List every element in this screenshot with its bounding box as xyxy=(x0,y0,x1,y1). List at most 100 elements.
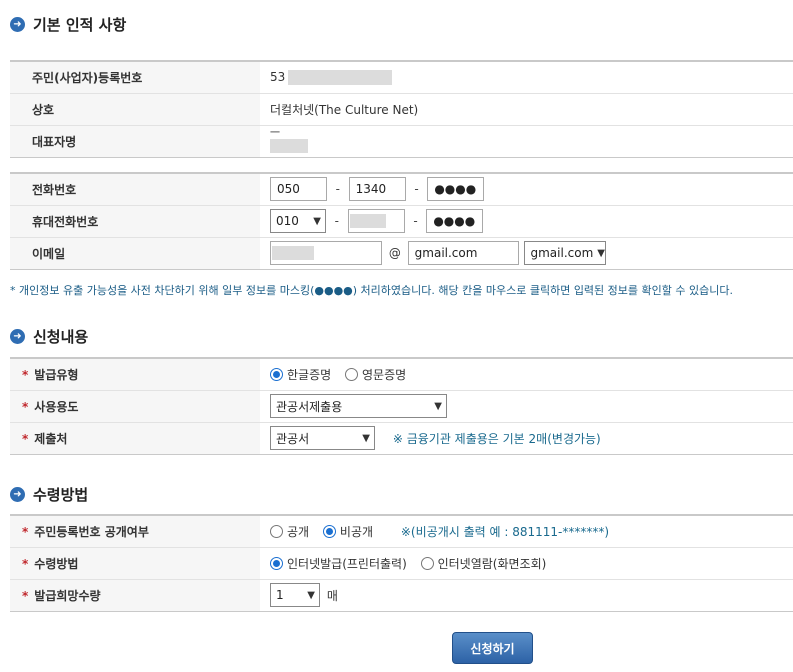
masked-value[interactable] xyxy=(288,69,393,85)
masking-notice: * 개인정보 유출 가능성을 사전 차단하기 위해 일부 정보를 마스킹(●●●… xyxy=(10,284,733,297)
radio-label-internet-view[interactable]: 인터넷열람(화면조회) xyxy=(438,557,547,571)
issue-type-label: * 발급유형 xyxy=(10,358,260,391)
masked-value xyxy=(349,214,386,228)
disclose-label: * 주민등록번호 공개여부 xyxy=(10,515,260,548)
required-mark: * xyxy=(22,431,29,446)
chevron-down-icon: ▼ xyxy=(362,432,370,444)
quantity-field: 1 ▼ 매 xyxy=(260,579,793,611)
radio-label-public[interactable]: 공개 xyxy=(287,525,309,539)
company-label: 상호 xyxy=(10,93,260,126)
contact-table: 전화번호 - - 휴대전화번호 010 ▼ - - 이메일 @ gmail.com… xyxy=(10,172,793,270)
section-title-text: 신청내용 xyxy=(33,328,89,346)
chevron-down-icon: ▼ xyxy=(597,247,605,259)
email-domain-select[interactable]: gmail.com ▼ xyxy=(524,241,607,265)
required-mark: * xyxy=(22,556,29,571)
submit-to-note: ※ 금융기관 제출용은 기본 2매(변경가능) xyxy=(392,431,601,446)
section-title-application: ➜ 신청내용 xyxy=(10,326,88,347)
mobile-dash: - xyxy=(413,214,418,228)
phone-input-1[interactable] xyxy=(270,177,327,202)
purpose-select[interactable]: 관공서제출용 ▼ xyxy=(270,394,447,418)
radio-method-internet-issue[interactable] xyxy=(270,556,283,570)
quantity-label: * 발급희망수량 xyxy=(10,579,260,611)
purpose-select-value: 관공서제출용 xyxy=(276,399,343,414)
radio-issue-korean[interactable] xyxy=(270,367,283,381)
section-title-receipt: ➜ 수령방법 xyxy=(10,484,88,505)
radio-label-internet-issue[interactable]: 인터넷발급(프린터출력) xyxy=(287,557,407,571)
required-mark: * xyxy=(22,588,29,603)
method-label: * 수령방법 xyxy=(10,547,260,580)
email-label: 이메일 xyxy=(10,237,260,269)
table-row: * 발급희망수량 1 ▼ 매 xyxy=(10,579,793,611)
table-row: * 수령방법 인터넷발급(프린터출력) 인터넷열람(화면조회) xyxy=(10,547,793,580)
application-table: * 발급유형 한글증명 영문증명 * 사용용도 관공서제출용 ▼ * 제출처 관공서 ▼ … xyxy=(10,357,793,455)
mobile-prefix-value: 010 xyxy=(276,214,299,228)
masked-value xyxy=(272,246,314,260)
table-row: * 사용용도 관공서제출용 ▼ xyxy=(10,390,793,423)
submit-to-select-value: 관공서 xyxy=(276,431,310,446)
submit-to-label: * 제출처 xyxy=(10,422,260,454)
mobile-fields: 010 ▼ - - xyxy=(260,205,793,238)
radio-label-english[interactable]: 영문증명 xyxy=(362,368,406,382)
mobile-label: 휴대전화번호 xyxy=(10,205,260,238)
chevron-down-icon: ▼ xyxy=(307,589,315,601)
required-mark: * xyxy=(22,399,29,414)
submit-to-select[interactable]: 관공서 ▼ xyxy=(270,426,375,450)
email-domain-input[interactable] xyxy=(407,241,519,265)
disclose-note: ※(비공개시 출력 예 : 881111-*******) xyxy=(400,524,610,539)
phone-fields: - - xyxy=(260,173,793,206)
arrow-right-icon: ➜ xyxy=(10,329,25,344)
section-title-text: 수령방법 xyxy=(33,486,89,504)
table-row: 이메일 @ gmail.com▼ xyxy=(10,237,793,269)
company-value: 더컬처넷(The Culture Net) xyxy=(260,93,793,126)
chevron-down-icon: ▼ xyxy=(313,215,321,227)
phone-dash: - xyxy=(335,182,340,197)
ceo-value: 一 xyxy=(260,125,793,157)
radio-disclose-private[interactable] xyxy=(322,524,336,538)
purpose-label-text: 사용용도 xyxy=(34,399,79,414)
masked-value[interactable] xyxy=(270,139,308,154)
email-id-input[interactable] xyxy=(270,241,382,265)
purpose-field: 관공서제출용 ▼ xyxy=(260,390,793,423)
reg-no-prefix: 53 xyxy=(270,69,286,84)
issue-type-label-text: 발급유형 xyxy=(34,367,79,382)
quantity-label-text: 발급희망수량 xyxy=(34,588,101,603)
section-title-basic-info: ➜ 기본 인적 사항 xyxy=(10,14,126,35)
quantity-select[interactable]: 1 ▼ xyxy=(270,583,320,607)
method-options: 인터넷발급(프린터출력) 인터넷열람(화면조회) xyxy=(260,547,793,580)
phone-input-3[interactable] xyxy=(427,177,485,202)
method-label-text: 수령방법 xyxy=(34,556,79,571)
arrow-right-icon: ➜ xyxy=(10,17,25,32)
table-row: 주민(사업자)등록번호 53 xyxy=(10,61,793,94)
section-title-text: 기본 인적 사항 xyxy=(33,16,127,34)
ceo-label: 대표자명 xyxy=(10,125,260,157)
reg-no-label: 주민(사업자)등록번호 xyxy=(10,61,260,94)
table-row: * 제출처 관공서 ▼ ※ 금융기관 제출용은 기본 2매(변경가능) xyxy=(10,422,793,454)
radio-label-korean[interactable]: 한글증명 xyxy=(287,368,331,382)
radio-issue-english[interactable] xyxy=(345,367,358,381)
quantity-unit: 매 xyxy=(326,588,338,603)
mobile-input-3[interactable] xyxy=(426,209,484,233)
mobile-prefix-select[interactable]: 010 ▼ xyxy=(270,209,326,233)
quantity-select-value: 1 xyxy=(276,588,284,602)
table-row: 상호 더컬처넷(The Culture Net) xyxy=(10,93,793,126)
radio-disclose-public[interactable] xyxy=(270,524,283,538)
mobile-input-2[interactable] xyxy=(347,209,405,233)
radio-label-private[interactable]: 비공개 xyxy=(340,525,373,539)
arrow-right-icon: ➜ xyxy=(10,487,25,502)
submit-to-field: 관공서 ▼ ※ 금융기관 제출용은 기본 2매(변경가능) xyxy=(260,422,793,454)
radio-method-internet-view[interactable] xyxy=(420,556,434,570)
table-row: 대표자명 一 xyxy=(10,125,793,157)
mobile-dash: - xyxy=(334,214,339,228)
submit-application-button[interactable]: 신청하기 xyxy=(452,632,533,664)
email-at-sign: @ xyxy=(388,246,401,260)
basic-info-table: 주민(사업자)등록번호 53 상호 더컬처넷(The Culture Net) … xyxy=(10,60,793,158)
table-row: 전화번호 - - xyxy=(10,173,793,206)
table-row: * 발급유형 한글증명 영문증명 xyxy=(10,358,793,391)
required-mark: * xyxy=(22,367,29,382)
phone-input-2[interactable] xyxy=(348,177,406,202)
required-mark: * xyxy=(22,524,29,539)
issue-type-options: 한글증명 영문증명 xyxy=(260,358,793,391)
email-domain-select-value: gmail.com xyxy=(530,246,594,260)
disclose-options: 공개 비공개 ※(비공개시 출력 예 : 881111-*******) xyxy=(260,515,793,548)
purpose-label: * 사용용도 xyxy=(10,390,260,423)
